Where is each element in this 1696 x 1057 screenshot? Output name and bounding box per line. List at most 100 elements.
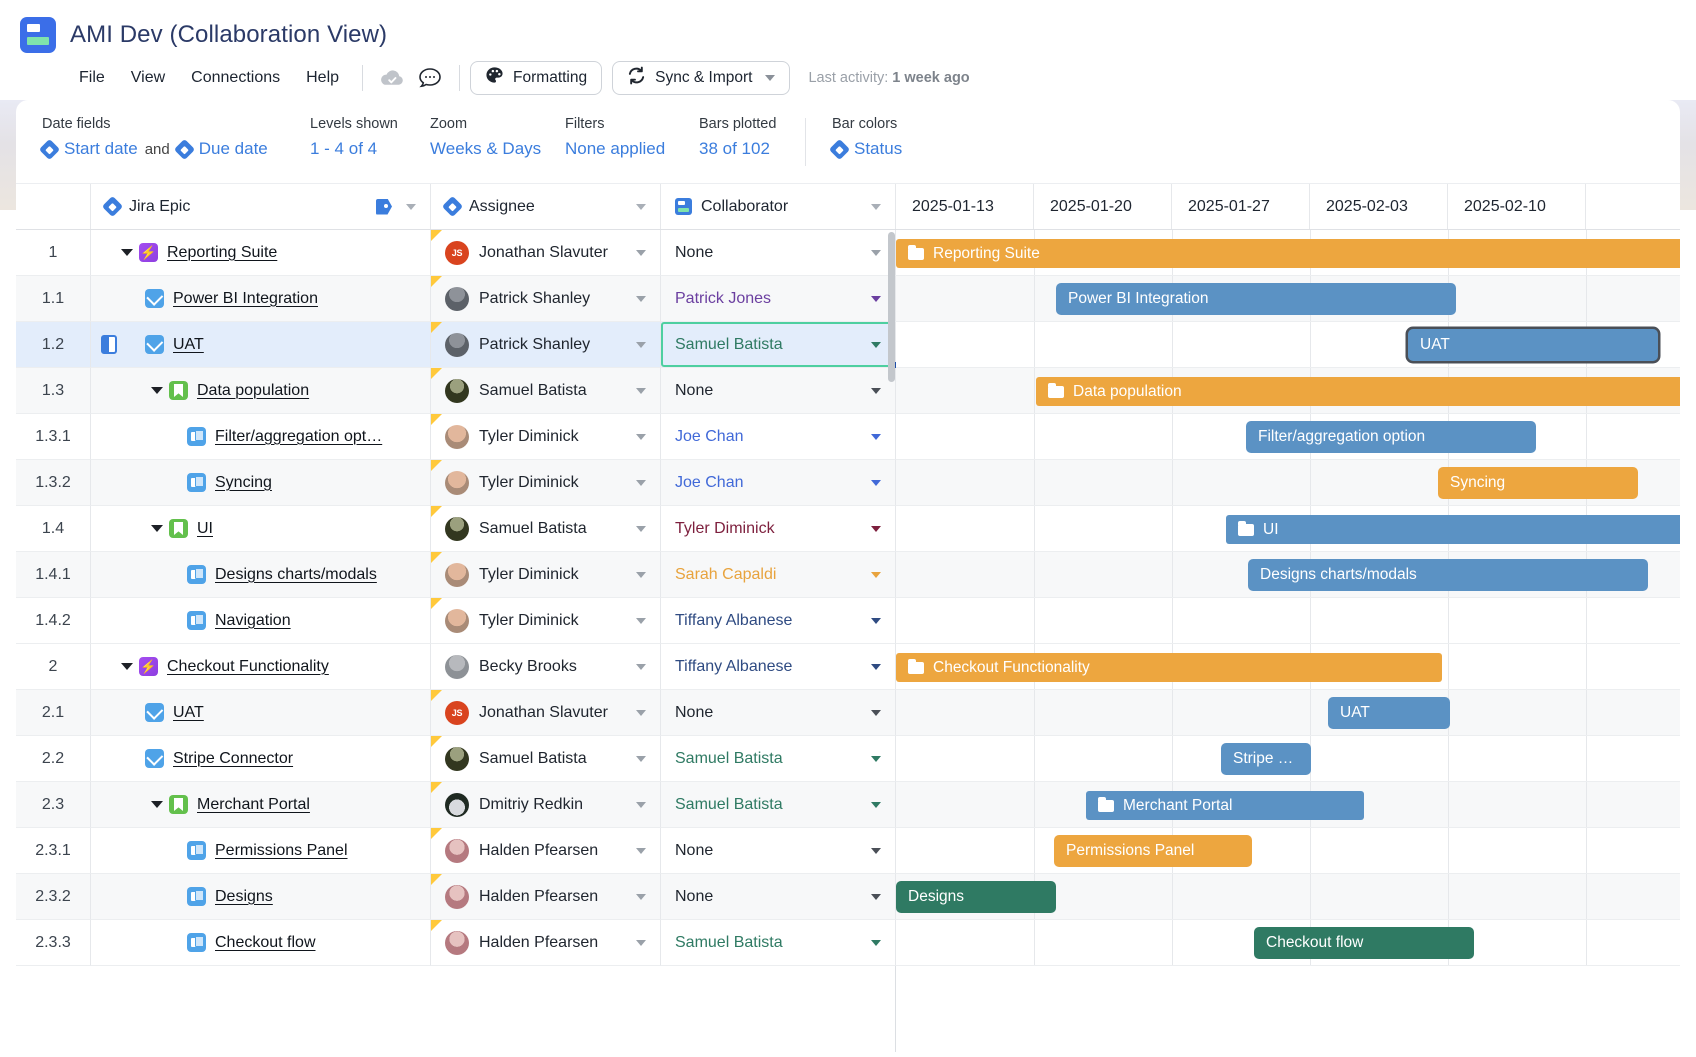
table-row[interactable]: 1.1 Power BI Integration Patrick Shanley Pa… — [16, 276, 896, 322]
row-expander[interactable] — [145, 801, 169, 808]
cell-collaborator[interactable]: Tiffany Albanese — [661, 598, 896, 644]
table-row[interactable]: 2.3.3 Checkout flow Halden Pfearsen Samuel … — [16, 920, 896, 966]
cell-collaborator[interactable]: None — [661, 690, 896, 736]
bar-colors-value[interactable]: Status — [828, 138, 902, 160]
gantt-bar[interactable]: UI — [1226, 515, 1680, 544]
column-header-assignee[interactable]: Assignee — [431, 184, 661, 229]
setting-value[interactable]: Start date and Due date — [38, 138, 310, 160]
cell-assignee[interactable]: Tyler Diminick — [431, 598, 661, 644]
chevron-down-icon[interactable] — [871, 617, 881, 624]
chevron-down-icon[interactable] — [636, 433, 646, 440]
grid-vertical-scrollbar[interactable] — [887, 230, 896, 1052]
row-expander[interactable] — [145, 525, 169, 532]
gantt-bar[interactable]: Stripe … — [1221, 743, 1311, 775]
table-row[interactable]: 2 Checkout Functionality Becky Brooks Tiffa… — [16, 644, 896, 690]
chevron-down-icon[interactable] — [636, 525, 646, 532]
chevron-down-icon[interactable] — [871, 709, 881, 716]
cell-collaborator[interactable]: Samuel Batista — [661, 920, 896, 966]
cell-jira-epic[interactable]: Stripe Connector — [91, 736, 431, 782]
chevron-down-icon[interactable] — [871, 341, 881, 348]
gantt-bar[interactable]: Merchant Portal — [1086, 791, 1364, 820]
bars-plotted-value[interactable]: 38 of 102 — [699, 139, 805, 159]
gantt-bar[interactable]: UAT — [1408, 329, 1658, 361]
row-label[interactable]: Syncing — [215, 474, 272, 492]
filters-value[interactable]: None applied — [565, 139, 699, 159]
row-label[interactable]: Designs charts/modals — [215, 566, 377, 584]
chevron-down-icon[interactable] — [871, 893, 881, 900]
chevron-down-icon[interactable] — [765, 75, 776, 81]
cell-jira-epic[interactable]: Checkout flow — [91, 920, 431, 966]
cell-collaborator[interactable]: None — [661, 874, 896, 920]
cell-assignee[interactable]: Tyler Diminick — [431, 414, 661, 460]
cell-collaborator[interactable]: Tiffany Albanese — [661, 644, 896, 690]
gantt-bar[interactable]: UAT — [1328, 697, 1450, 729]
table-row[interactable]: 1.3 Data population Samuel Batista None — [16, 368, 896, 414]
cell-jira-epic[interactable]: Merchant Portal — [91, 782, 431, 828]
cell-jira-epic[interactable]: Reporting Suite — [91, 230, 431, 276]
row-label[interactable]: Merchant Portal — [197, 796, 310, 814]
cell-assignee[interactable]: Becky Brooks — [431, 644, 661, 690]
menu-item-help[interactable]: Help — [293, 64, 352, 92]
chevron-down-icon[interactable] — [871, 387, 881, 394]
row-label[interactable]: UAT — [173, 336, 204, 354]
chevron-down-icon[interactable] — [636, 341, 646, 348]
formatting-button[interactable]: Formatting — [470, 61, 603, 95]
chevron-down-icon[interactable] — [636, 617, 646, 624]
cell-jira-epic[interactable]: Syncing — [91, 460, 431, 506]
cell-jira-epic[interactable]: Power BI Integration — [91, 276, 431, 322]
chevron-down-icon[interactable] — [636, 663, 646, 670]
chevron-down-icon[interactable] — [406, 203, 416, 210]
row-label[interactable]: Stripe Connector — [173, 750, 293, 768]
gantt-bar[interactable]: Designs charts/modals — [1248, 559, 1648, 591]
cell-jira-epic[interactable]: Permissions Panel — [91, 828, 431, 874]
cell-assignee[interactable]: Tyler Diminick — [431, 460, 661, 506]
table-row[interactable]: 1.3.1 Filter/aggregation opt… Tyler Dimini… — [16, 414, 896, 460]
due-date-value[interactable]: Due date — [199, 139, 268, 159]
cell-collaborator[interactable]: None — [661, 230, 896, 276]
cell-jira-epic[interactable]: Checkout Functionality — [91, 644, 431, 690]
chevron-down-icon[interactable] — [636, 479, 646, 486]
table-row[interactable]: 2.1 UAT JS Jonathan Slavuter None — [16, 690, 896, 736]
table-row[interactable]: 2.2 Stripe Connector Samuel Batista Samuel … — [16, 736, 896, 782]
table-row[interactable]: 1.4.2 Navigation Tyler Diminick Tiffany Alb… — [16, 598, 896, 644]
chevron-down-icon[interactable] — [871, 755, 881, 762]
chevron-down-icon[interactable] — [636, 847, 646, 854]
row-label[interactable]: Reporting Suite — [167, 244, 277, 262]
comment-bubble-icon[interactable] — [415, 63, 445, 93]
cell-collaborator[interactable]: Joe Chan — [661, 414, 896, 460]
row-label[interactable]: Checkout flow — [215, 934, 316, 952]
table-row[interactable]: 2.3 Merchant Portal Dmitriy Redkin Samuel B… — [16, 782, 896, 828]
chevron-down-icon[interactable] — [871, 479, 881, 486]
cell-collaborator[interactable]: Samuel Batista — [661, 782, 896, 828]
levels-shown-value[interactable]: 1 - 4 of 4 — [310, 139, 430, 159]
row-label[interactable]: Filter/aggregation opt… — [215, 428, 382, 446]
chevron-down-icon[interactable] — [636, 709, 646, 716]
chevron-down-icon[interactable] — [871, 249, 881, 256]
chevron-down-icon[interactable] — [871, 801, 881, 808]
gantt-bar[interactable]: Power BI Integration — [1056, 283, 1456, 315]
gantt-bar[interactable]: Syncing — [1438, 467, 1638, 499]
cell-jira-epic[interactable]: UAT — [91, 322, 431, 368]
chevron-down-icon[interactable] — [636, 571, 646, 578]
row-label[interactable]: Designs — [215, 888, 273, 906]
chevron-down-icon[interactable] — [871, 847, 881, 854]
chevron-down-icon[interactable] — [871, 663, 881, 670]
table-row[interactable]: 1.4 UI Samuel Batista Tyler Diminick — [16, 506, 896, 552]
chevron-down-icon[interactable] — [871, 295, 881, 302]
gantt-bar[interactable]: Checkout flow — [1254, 927, 1474, 959]
chevron-down-icon[interactable] — [636, 939, 646, 946]
chevron-down-icon[interactable] — [636, 755, 646, 762]
gantt-bar[interactable]: Checkout Functionality — [896, 653, 1442, 682]
cell-collaborator[interactable]: Samuel Batista — [661, 322, 899, 371]
chevron-down-icon[interactable] — [636, 203, 646, 210]
cell-collaborator[interactable]: Sarah Capaldi — [661, 552, 896, 598]
chevron-down-icon[interactable] — [871, 203, 881, 210]
chevron-down-icon[interactable] — [636, 801, 646, 808]
gantt-bar[interactable]: Reporting Suite — [896, 239, 1680, 268]
column-header-jira-epic[interactable]: Jira Epic — [91, 184, 431, 229]
table-row[interactable]: 2.3.1 Permissions Panel Halden Pfearsen Non… — [16, 828, 896, 874]
column-header-collaborator[interactable]: Collaborator — [661, 184, 896, 229]
chevron-down-icon[interactable] — [636, 249, 646, 256]
table-row[interactable]: 2.3.2 Designs Halden Pfearsen None — [16, 874, 896, 920]
menu-item-connections[interactable]: Connections — [178, 64, 293, 92]
